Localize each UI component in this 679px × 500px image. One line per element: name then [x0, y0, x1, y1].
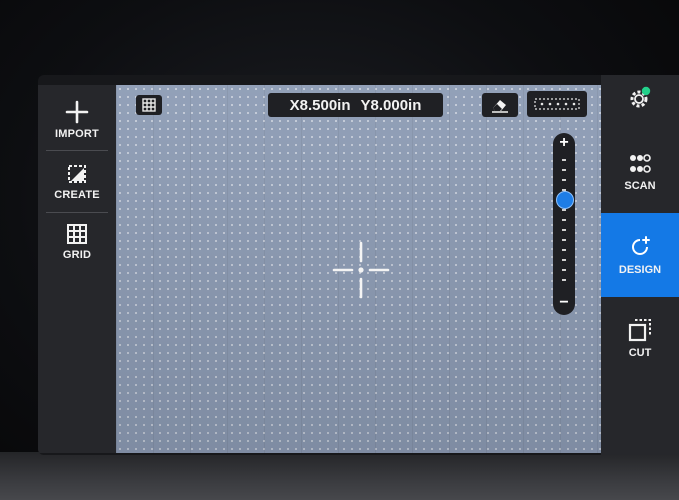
device-screen: IMPORT CREATE GRID X8.500in Y8.000in + −… [38, 75, 679, 455]
grid-label: GRID [62, 249, 92, 261]
right-nav: SCAN DESIGN CUT [601, 75, 679, 455]
settings-gear-icon [630, 86, 651, 107]
cut-tab[interactable]: CUT [601, 303, 679, 373]
create-button[interactable]: CREATE [38, 151, 116, 213]
eraser-button[interactable] [482, 93, 518, 117]
measure-button[interactable] [527, 91, 587, 117]
notification-dot [641, 86, 651, 95]
scan-label: SCAN [624, 179, 656, 192]
settings-button[interactable] [601, 75, 679, 125]
eraser-icon [492, 100, 508, 113]
cut-icon [628, 318, 651, 341]
zoom-slider-knob[interactable] [556, 191, 574, 209]
crosshair-icon [332, 241, 390, 299]
import-label: IMPORT [55, 128, 99, 140]
create-label: CREATE [54, 189, 100, 201]
measure-icon [534, 98, 580, 110]
create-shape-icon [68, 165, 86, 183]
zoom-in-button[interactable]: + [553, 135, 575, 151]
zoom-slider[interactable]: + − [553, 133, 575, 315]
design-label: DESIGN [618, 263, 662, 276]
cut-label: CUT [628, 346, 652, 359]
plus-icon [65, 100, 89, 124]
design-icon [632, 235, 650, 255]
canvas-grid-toggle[interactable] [136, 95, 162, 115]
design-tab[interactable]: DESIGN [601, 213, 679, 297]
left-toolbar: IMPORT CREATE GRID [38, 85, 116, 453]
grid-icon [142, 98, 156, 112]
import-button[interactable]: IMPORT [38, 89, 116, 151]
y-coordinate: Y8.000in [360, 96, 422, 114]
x-coordinate: X8.500in [289, 96, 351, 114]
design-canvas[interactable]: X8.500in Y8.000in + − [116, 85, 601, 453]
grid-icon [67, 224, 87, 244]
grid-button[interactable]: GRID [38, 213, 116, 271]
zoom-ticks [562, 159, 566, 283]
scan-tab[interactable]: SCAN [601, 137, 679, 207]
bezel-glare [0, 452, 679, 500]
zoom-out-button[interactable]: − [553, 295, 575, 311]
coordinate-readout: X8.500in Y8.000in [268, 93, 443, 117]
scan-icon [630, 153, 651, 173]
